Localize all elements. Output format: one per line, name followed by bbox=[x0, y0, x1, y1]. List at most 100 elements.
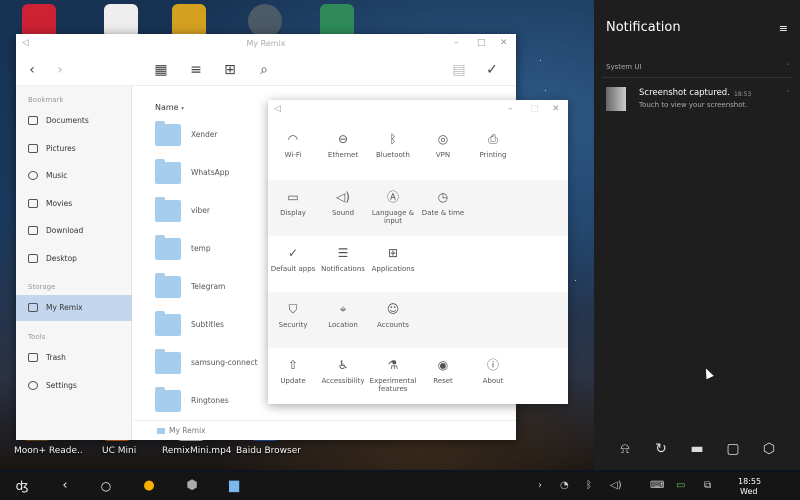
trash-icon bbox=[28, 353, 38, 362]
setting-location[interactable]: ⌖ Location bbox=[318, 292, 368, 348]
desktop-icon-label[interactable]: RemixMini.mp4 bbox=[162, 446, 232, 456]
back-icon[interactable]: ‹ bbox=[55, 472, 75, 500]
folder-icon bbox=[155, 121, 181, 146]
sidebar-item-label: Desktop bbox=[46, 254, 77, 263]
account-icon: ☺ bbox=[386, 302, 400, 316]
setting-security[interactable]: ⛉ Security bbox=[268, 292, 318, 348]
setting-default-apps[interactable]: ✓ Default apps bbox=[268, 236, 318, 292]
setting-label: Accessibility bbox=[321, 377, 365, 385]
setting-ethernet[interactable]: ⊖ Ethernet bbox=[318, 122, 368, 178]
setting-reset[interactable]: ◉ Reset bbox=[418, 348, 468, 404]
setting-vpn[interactable]: ◎ VPN bbox=[418, 122, 468, 178]
window-menu-icon[interactable]: ◁ bbox=[274, 104, 281, 114]
sidebar-item-label: Settings bbox=[46, 381, 77, 390]
setting-language-input[interactable]: Ⓐ Language & input bbox=[368, 180, 418, 236]
setting-wifi[interactable]: ◠ Wi-Fi bbox=[268, 122, 318, 178]
setting-notifications[interactable]: ☰ Notifications bbox=[318, 236, 368, 292]
desktop-app-icon[interactable] bbox=[22, 4, 56, 38]
forward-icon[interactable]: › bbox=[52, 62, 68, 78]
grid-view-icon[interactable]: ▦ bbox=[153, 62, 169, 78]
desktop-icon bbox=[28, 254, 38, 263]
search-icon[interactable]: ⌕ bbox=[256, 62, 272, 78]
bluetooth-icon[interactable]: ᛒ bbox=[586, 481, 592, 491]
tray-expand-icon[interactable]: › bbox=[538, 481, 542, 491]
desktop-icon-label[interactable]: Moon+ Reade.. bbox=[14, 446, 83, 456]
name-column-header[interactable]: Name ▾ bbox=[155, 103, 184, 112]
setting-applications[interactable]: ⊞ Applications bbox=[368, 236, 418, 292]
sort-icon[interactable]: ≡ bbox=[188, 62, 204, 78]
setting-accounts[interactable]: ☺ Accounts bbox=[368, 292, 418, 348]
sidebar-item-pictures[interactable]: Pictures bbox=[16, 136, 132, 162]
speedometer-icon[interactable]: ◔ bbox=[560, 481, 569, 491]
battery-icon[interactable]: ▭ bbox=[676, 481, 685, 491]
vpn-icon: ◎ bbox=[437, 132, 449, 146]
folder-icon bbox=[155, 197, 181, 222]
settings-app-icon[interactable]: ⬢ bbox=[182, 472, 202, 500]
monitor-icon bbox=[28, 303, 38, 312]
volume-icon[interactable]: ◁) bbox=[610, 481, 622, 491]
setting-label: VPN bbox=[435, 151, 451, 159]
home-icon[interactable]: ○ bbox=[96, 472, 116, 500]
game-app-icon[interactable] bbox=[172, 4, 206, 38]
sidebar-item-label: Documents bbox=[46, 116, 89, 125]
minimize-icon[interactable]: – bbox=[454, 38, 459, 48]
maximize-icon[interactable]: □ bbox=[477, 38, 486, 48]
sidebar-item-settings[interactable]: Settings bbox=[16, 373, 132, 399]
desktop-icon-label[interactable]: Baidu Browser bbox=[236, 446, 301, 456]
window-titlebar[interactable]: ◁ My Remix – □ ✕ bbox=[16, 34, 516, 54]
sidebar-item-my-remix[interactable]: My Remix bbox=[16, 295, 132, 321]
sidebar-item-music[interactable]: Music bbox=[16, 163, 132, 189]
settings-app-icon[interactable] bbox=[248, 4, 282, 38]
clock-day[interactable]: Wed bbox=[740, 487, 757, 496]
setting-update[interactable]: ⇧ Update bbox=[268, 348, 318, 404]
printer-icon: ⎙ bbox=[488, 132, 498, 146]
setting-about[interactable]: ⓘ About bbox=[468, 348, 518, 404]
window-icon[interactable]: ▢ bbox=[724, 440, 742, 458]
file-manager-app-icon[interactable]: ▆ bbox=[224, 472, 244, 500]
maximize-icon[interactable]: □ bbox=[530, 104, 539, 114]
sidebar-item-desktop[interactable]: Desktop bbox=[16, 246, 132, 272]
sidebar-item-download[interactable]: Download bbox=[16, 218, 132, 244]
status-path[interactable]: My Remix bbox=[169, 426, 206, 435]
setting-bluetooth[interactable]: ᛒ Bluetooth bbox=[368, 122, 418, 178]
setting-label: Ethernet bbox=[327, 151, 359, 159]
close-icon[interactable]: ✕ bbox=[552, 104, 560, 114]
sidebar-section-bookmark: Bookmark bbox=[28, 96, 64, 104]
setting-experimental-features[interactable]: ⚗ Experimental features bbox=[368, 348, 418, 404]
setting-sound[interactable]: ◁) Sound bbox=[318, 180, 368, 236]
folder-name: Ringtones bbox=[191, 396, 229, 405]
clipboard-icon[interactable]: ▤ bbox=[451, 62, 467, 78]
setting-date-time[interactable]: ◷ Date & time bbox=[418, 180, 468, 236]
setting-accessibility[interactable]: ♿ Accessibility bbox=[318, 348, 368, 404]
select-check-icon[interactable]: ✓ bbox=[484, 62, 500, 78]
notification-group-label: System UI bbox=[606, 63, 642, 71]
setting-display[interactable]: ▭ Display bbox=[268, 180, 318, 236]
collapse-group-icon[interactable]: ˇ bbox=[786, 63, 790, 72]
clear-notifications-icon[interactable]: ≡ bbox=[779, 22, 788, 35]
download-app-icon[interactable]: ● bbox=[139, 472, 159, 500]
window-titlebar[interactable]: ◁ – □ ✕ bbox=[268, 100, 568, 120]
rotate-icon[interactable]: ↻ bbox=[652, 440, 670, 458]
close-icon[interactable]: ✕ bbox=[500, 38, 508, 48]
slides-app-icon[interactable] bbox=[320, 4, 354, 38]
play-store-icon[interactable] bbox=[104, 4, 138, 38]
clock-time[interactable]: 18:55 bbox=[738, 477, 761, 486]
shield-icon: ⛉ bbox=[288, 302, 298, 316]
star bbox=[540, 60, 541, 61]
sidebar-item-trash[interactable]: Trash bbox=[16, 345, 132, 371]
sidebar-item-label: Download bbox=[46, 226, 84, 235]
desktop-icon-label[interactable]: UC Mini bbox=[102, 446, 136, 456]
new-folder-icon[interactable]: ⊞ bbox=[222, 62, 238, 78]
expand-notification-icon[interactable]: ˇ bbox=[786, 90, 790, 99]
sidebar-item-movies[interactable]: Movies bbox=[16, 191, 132, 217]
sidebar-item-documents[interactable]: Documents bbox=[16, 108, 132, 134]
minimize-icon[interactable]: – bbox=[508, 104, 513, 114]
remix-start-icon[interactable]: ʤ bbox=[12, 472, 32, 500]
keyboard-icon[interactable]: ⌨ bbox=[650, 481, 664, 491]
settings-hex-icon[interactable]: ⬡ bbox=[760, 440, 778, 458]
back-icon[interactable]: ‹ bbox=[24, 62, 40, 78]
screenshot-icon[interactable]: ▬ bbox=[688, 440, 706, 458]
ethernet-icon[interactable]: ⧉ bbox=[704, 481, 711, 491]
do-not-disturb-icon[interactable]: ⍾ bbox=[616, 440, 634, 458]
setting-printing[interactable]: ⎙ Printing bbox=[468, 122, 518, 178]
